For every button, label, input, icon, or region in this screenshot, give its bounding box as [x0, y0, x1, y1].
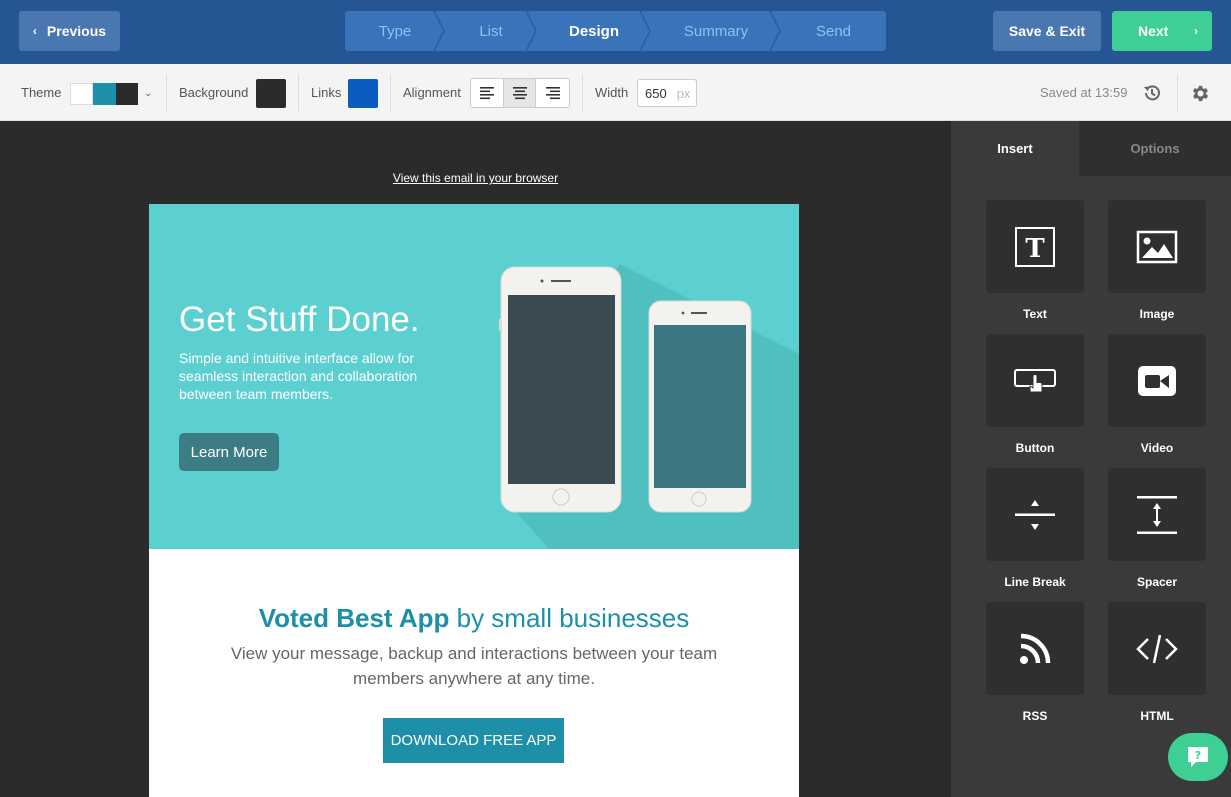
- learn-more-button[interactable]: Learn More: [179, 433, 279, 471]
- tab-insert[interactable]: Insert: [951, 121, 1079, 176]
- step-type[interactable]: Type: [345, 11, 445, 51]
- gear-icon[interactable]: [1190, 83, 1211, 104]
- email-body: Get Stuff Done. Simple and intuitive int…: [149, 204, 799, 797]
- step-send-label: Send: [815, 22, 852, 40]
- align-left-icon: [479, 87, 494, 100]
- help-chat-button[interactable]: ?: [1168, 733, 1228, 781]
- line-break-icon: [1015, 499, 1055, 530]
- block-image-label: Image: [1139, 307, 1175, 321]
- width-label: Width: [595, 85, 629, 100]
- block-button-label: Button: [1015, 441, 1055, 455]
- block-text[interactable]: T: [986, 200, 1084, 293]
- block-rss-label: RSS: [1022, 709, 1048, 723]
- block-image[interactable]: [1108, 200, 1206, 293]
- image-icon: [1136, 230, 1178, 263]
- align-center-button[interactable]: [503, 79, 537, 107]
- theme-swatch-dark: [116, 83, 138, 105]
- wizard-steps: Type List Design Summary Send: [345, 11, 886, 51]
- tab-options[interactable]: Options: [1079, 121, 1231, 176]
- email-canvas: View this email in your browser Get Stuf…: [0, 121, 951, 797]
- voted-rest: by small businesses: [449, 603, 690, 633]
- theme-label: Theme: [21, 85, 62, 100]
- hero-section[interactable]: Get Stuff Done. Simple and intuitive int…: [149, 204, 799, 549]
- theme-swatch-white: [70, 83, 93, 105]
- help-chat-icon: ?: [1188, 747, 1208, 767]
- links-label: Links: [311, 85, 342, 100]
- spacer-icon: [1137, 495, 1177, 534]
- chevron-left-icon: ‹: [32, 24, 37, 38]
- video-camera-icon: [1138, 365, 1176, 396]
- view-in-browser-link[interactable]: View this email in your browser: [0, 171, 951, 185]
- save-exit-button[interactable]: Save & Exit: [993, 11, 1101, 51]
- step-summary-label: Summary: [683, 22, 749, 40]
- block-line-break-label: Line Break: [1004, 575, 1066, 589]
- design-toolbar: Theme ⌄ Background Links Alignment Width…: [0, 64, 1231, 121]
- voted-bold: Voted Best App: [258, 603, 450, 633]
- svg-text:?: ?: [1195, 749, 1201, 762]
- step-design-label: Design: [568, 22, 619, 40]
- block-video-label: Video: [1140, 441, 1174, 455]
- voted-heading: Voted Best App by small businesses: [149, 603, 799, 634]
- block-spacer[interactable]: [1108, 468, 1206, 561]
- toolbar-divider: [166, 74, 167, 111]
- align-left-button[interactable]: [471, 79, 504, 107]
- step-list[interactable]: List: [445, 11, 537, 51]
- width-input[interactable]: 650 px: [637, 79, 697, 107]
- links-color-picker[interactable]: [348, 79, 378, 108]
- insert-panel: Insert Options T Text Image Button Video: [951, 121, 1231, 797]
- features-section[interactable]: Voted Best App by small businesses View …: [149, 549, 799, 797]
- rss-icon: [1020, 633, 1051, 664]
- voted-subtext: View your message, backup and interactio…: [230, 644, 718, 688]
- svg-text:T: T: [1025, 234, 1045, 264]
- align-right-button[interactable]: [536, 79, 569, 107]
- hero-title: Get Stuff Done.: [179, 300, 420, 339]
- block-spacer-label: Spacer: [1136, 575, 1178, 589]
- toolbar-divider: [1177, 74, 1178, 111]
- step-design[interactable]: Design: [537, 11, 651, 51]
- block-button[interactable]: [986, 334, 1084, 427]
- toolbar-divider: [298, 74, 299, 111]
- theme-swatch-teal: [93, 83, 116, 105]
- block-text-label: Text: [1023, 307, 1047, 321]
- text-icon: T: [1015, 226, 1055, 267]
- history-icon[interactable]: [1142, 83, 1162, 103]
- toolbar-divider: [390, 74, 391, 111]
- step-send[interactable]: Send: [781, 11, 886, 51]
- step-list-label: List: [479, 22, 503, 40]
- phones-illustration: [499, 266, 752, 513]
- chevron-right-icon: ›: [1194, 24, 1198, 38]
- width-value: 650: [645, 85, 667, 101]
- saved-status: Saved at 13:59: [1040, 85, 1128, 100]
- block-line-break[interactable]: [986, 468, 1084, 561]
- width-unit: px: [676, 85, 691, 101]
- hero-text: Simple and intuitive interface allow for…: [179, 350, 418, 402]
- background-color-picker[interactable]: [256, 79, 286, 108]
- block-video[interactable]: [1108, 334, 1206, 427]
- step-type-label: Type: [378, 22, 412, 40]
- code-icon: [1136, 634, 1178, 663]
- block-html[interactable]: [1108, 602, 1206, 695]
- next-label: Next: [1138, 23, 1169, 39]
- background-label: Background: [179, 85, 249, 100]
- next-button[interactable]: Next ›: [1112, 11, 1212, 51]
- toolbar-divider: [582, 74, 583, 111]
- step-summary[interactable]: Summary: [651, 11, 781, 51]
- previous-label: Previous: [46, 23, 107, 39]
- align-right-icon: [545, 87, 560, 100]
- button-click-icon: [1014, 368, 1056, 392]
- block-rss[interactable]: [986, 602, 1084, 695]
- align-center-icon: [512, 87, 527, 100]
- chevron-down-icon: ⌄: [144, 88, 153, 99]
- previous-button[interactable]: ‹ Previous: [19, 11, 120, 51]
- alignment-group: [470, 78, 570, 108]
- top-bar: ‹ Previous Type List Design Summary Send…: [0, 0, 1231, 64]
- block-html-label: HTML: [1140, 709, 1174, 723]
- download-app-button[interactable]: DOWNLOAD FREE APP: [383, 718, 564, 763]
- alignment-label: Alignment: [403, 85, 461, 100]
